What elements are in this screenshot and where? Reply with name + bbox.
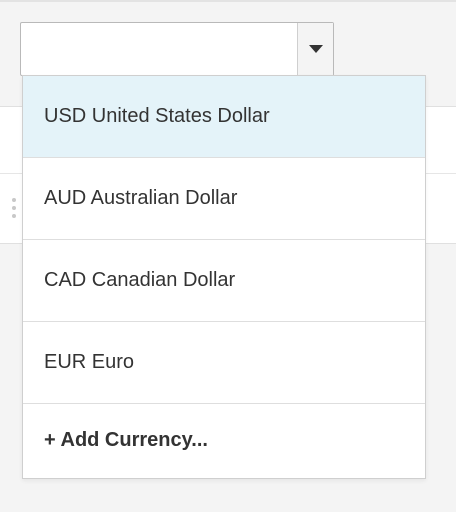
currency-option-usd[interactable]: USD United States Dollar (23, 76, 425, 158)
currency-option-aud[interactable]: AUD Australian Dollar (23, 158, 425, 240)
add-currency-label: + Add Currency... (44, 428, 208, 451)
currency-dropdown-list: USD United States Dollar AUD Australian … (22, 75, 426, 479)
currency-option-label: CAD Canadian Dollar (44, 269, 236, 291)
add-currency-button[interactable]: + Add Currency... (23, 404, 425, 476)
currency-option-eur[interactable]: EUR Euro (23, 322, 425, 404)
currency-picker-page: USD United States Dollar AUD Australian … (0, 0, 456, 512)
currency-option-label: AUD Australian Dollar (44, 187, 238, 209)
currency-option-cad[interactable]: CAD Canadian Dollar (23, 240, 425, 322)
caret-down-icon (308, 45, 323, 53)
drag-handle-icon[interactable] (12, 198, 18, 222)
currency-select[interactable] (20, 22, 334, 76)
currency-option-label: USD United States Dollar (44, 105, 270, 127)
currency-option-label: EUR Euro (44, 351, 135, 373)
dropdown-toggle-button[interactable] (297, 23, 333, 75)
top-divider (0, 0, 456, 2)
